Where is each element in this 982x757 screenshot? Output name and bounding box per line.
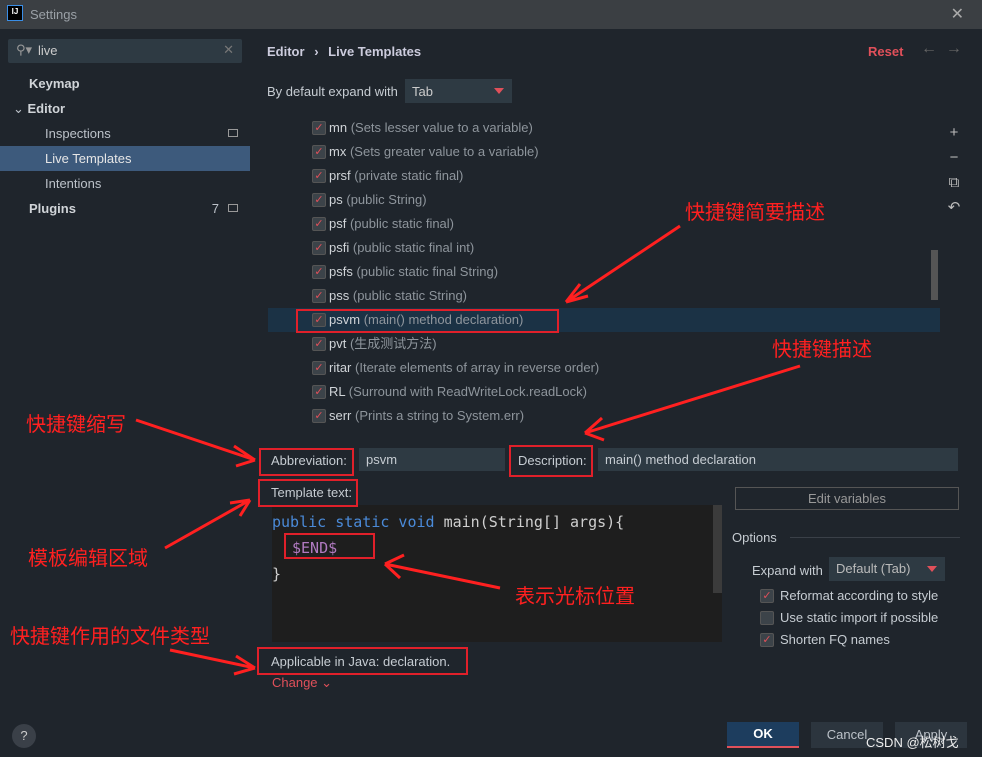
arrow-icon [383, 553, 501, 590]
arrow-icon [584, 364, 801, 442]
arrow-icon [164, 498, 252, 550]
arrow-icon [564, 224, 681, 304]
annotation-arrows [135, 224, 801, 676]
arrow-icon [169, 648, 256, 676]
arrow-icon [135, 418, 256, 468]
